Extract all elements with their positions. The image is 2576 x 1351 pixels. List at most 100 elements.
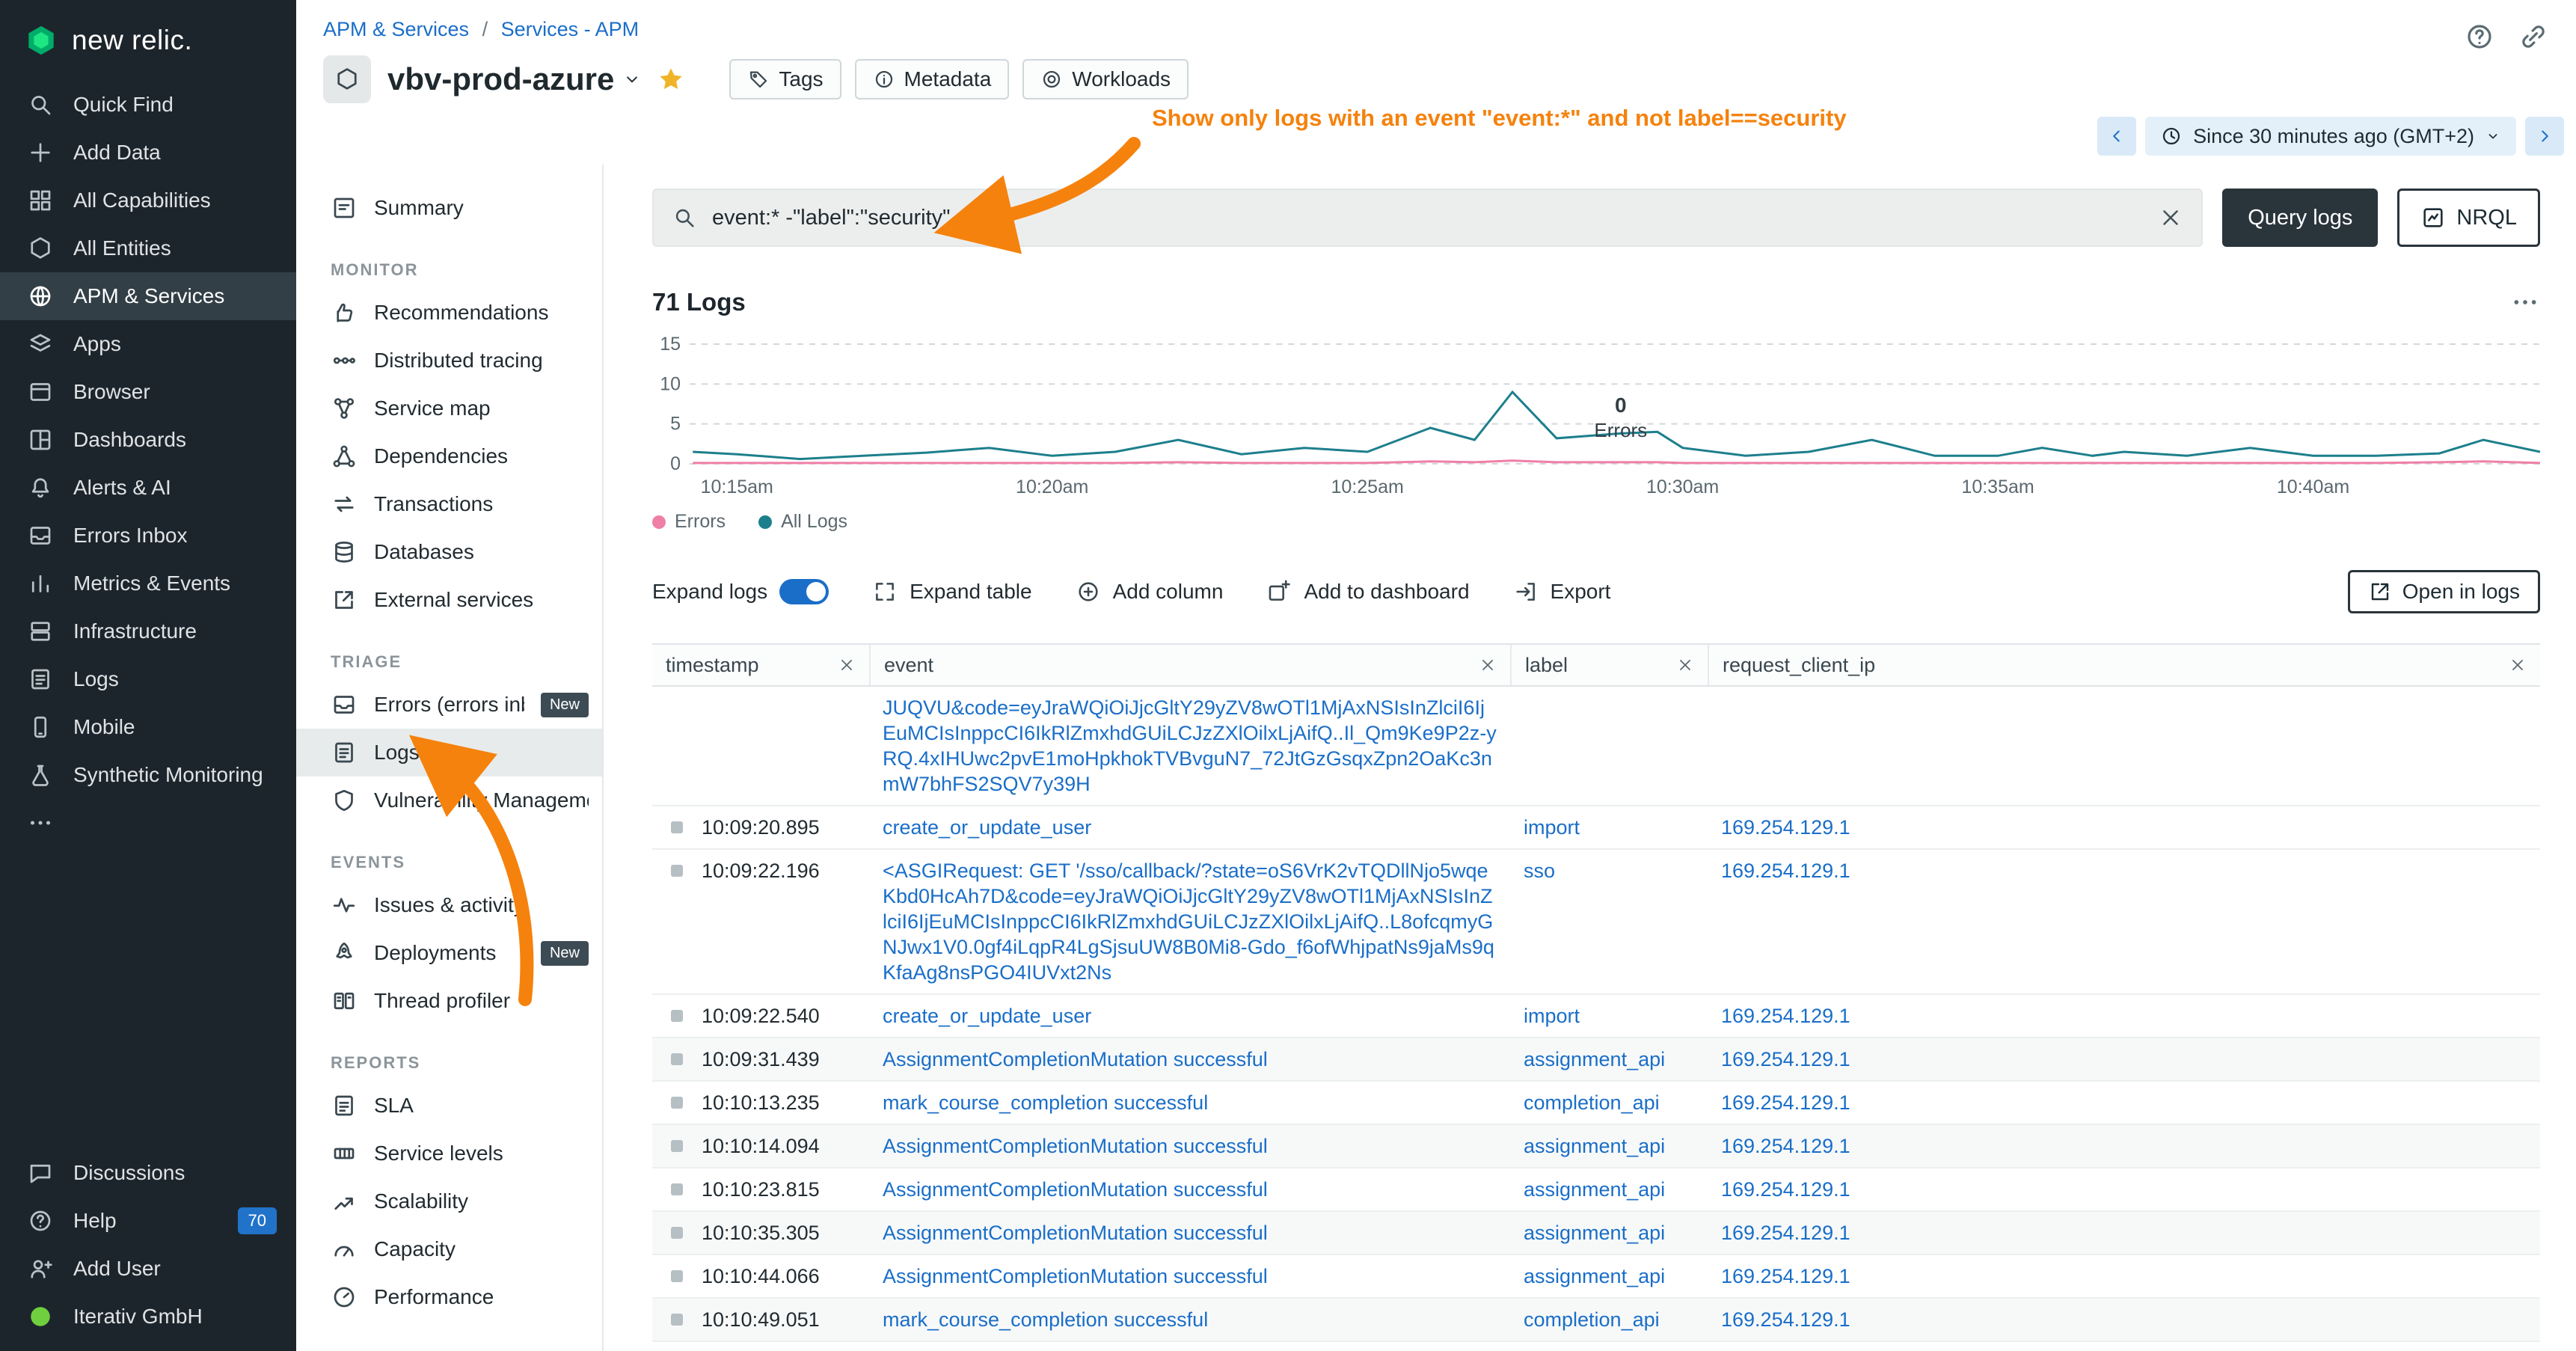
log-ip-link[interactable]: 169.254.129.1: [1721, 860, 1850, 882]
nrql-button[interactable]: NRQL: [2397, 189, 2540, 247]
sidebar-footer-item[interactable]: Add User: [0, 1245, 296, 1293]
log-label-link[interactable]: assignment_api: [1524, 1265, 1665, 1287]
sidebar-item[interactable]: [0, 799, 296, 847]
log-label-link[interactable]: assignment_api: [1524, 1048, 1665, 1070]
log-ip-link[interactable]: 169.254.129.1: [1721, 1048, 1850, 1070]
sidebar-item[interactable]: Dashboards: [0, 416, 296, 464]
log-ip-link[interactable]: 169.254.129.1: [1721, 1178, 1850, 1201]
clear-query-icon[interactable]: [2158, 205, 2183, 230]
row-select-icon[interactable]: [671, 1097, 683, 1109]
log-ip-link[interactable]: 169.254.129.1: [1721, 1308, 1850, 1331]
log-ip-link[interactable]: 169.254.129.1: [1721, 816, 1850, 839]
subnav-item[interactable]: External services: [296, 576, 602, 624]
remove-column-icon[interactable]: [1676, 656, 1694, 674]
log-ip-link[interactable]: 169.254.129.1: [1721, 1222, 1850, 1244]
log-label-link[interactable]: assignment_api: [1524, 1178, 1665, 1201]
row-select-icon[interactable]: [671, 1227, 683, 1239]
subnav-item[interactable]: Thread profiler: [296, 977, 602, 1025]
subnav-item[interactable]: Dependencies: [296, 432, 602, 480]
log-label-link[interactable]: assignment_api: [1524, 1135, 1665, 1157]
log-event-link[interactable]: create_or_update_user: [883, 1005, 1091, 1027]
open-in-logs-button[interactable]: Open in logs: [2348, 570, 2540, 613]
subnav-item[interactable]: Performance: [296, 1273, 602, 1321]
log-row[interactable]: 10:10:35.305 AssignmentCompletionMutatio…: [652, 1212, 2540, 1255]
row-select-icon[interactable]: [671, 1053, 683, 1065]
log-row[interactable]: 10:09:22.196 <ASGIRequest: GET '/sso/cal…: [652, 850, 2540, 995]
subnav-item[interactable]: Service levels: [296, 1130, 602, 1177]
sidebar-footer-item[interactable]: Discussions: [0, 1149, 296, 1197]
log-label-link[interactable]: sso: [1524, 860, 1555, 882]
expand-logs-control[interactable]: Expand logs: [652, 579, 829, 604]
sidebar-item[interactable]: Add Data: [0, 129, 296, 177]
log-label-link[interactable]: import: [1524, 1005, 1580, 1027]
subnav-item[interactable]: Recommendations: [296, 289, 602, 337]
new-relic-logo[interactable]: new relic.: [0, 0, 296, 81]
log-row[interactable]: 10:09:20.895 create_or_update_user impor…: [652, 806, 2540, 850]
help-circle-icon[interactable]: [2464, 21, 2495, 52]
log-ip-link[interactable]: 169.254.129.1: [1721, 1265, 1850, 1287]
add-column-button[interactable]: Add column: [1076, 579, 1224, 604]
log-row[interactable]: 10:11:00.311 AssignmentCompletionMutatio…: [652, 1342, 2540, 1351]
sidebar-item[interactable]: Metrics & Events: [0, 560, 296, 607]
log-row[interactable]: 10:10:13.235 mark_course_completion succ…: [652, 1082, 2540, 1125]
log-event-link[interactable]: AssignmentCompletionMutation successful: [883, 1048, 1268, 1070]
add-to-dashboard-button[interactable]: Add to dashboard: [1266, 579, 1469, 604]
sidebar-item[interactable]: Alerts & AI: [0, 464, 296, 512]
row-select-icon[interactable]: [671, 821, 683, 833]
subnav-item[interactable]: Capacity: [296, 1225, 602, 1273]
subnav-item[interactable]: Service map: [296, 385, 602, 432]
log-row[interactable]: 10:10:44.066 AssignmentCompletionMutatio…: [652, 1255, 2540, 1299]
sidebar-item[interactable]: Browser: [0, 368, 296, 416]
subnav-item[interactable]: Vulnerability Management: [296, 776, 602, 824]
expand-logs-toggle[interactable]: [779, 579, 829, 604]
log-event-link[interactable]: AssignmentCompletionMutation successful: [883, 1222, 1268, 1244]
subnav-item[interactable]: Transactions: [296, 480, 602, 528]
sidebar-item[interactable]: APM & Services: [0, 272, 296, 320]
legend-errors[interactable]: Errors: [652, 511, 726, 533]
sidebar-item[interactable]: Infrastructure: [0, 607, 296, 655]
sidebar-item[interactable]: Logs: [0, 655, 296, 703]
log-row[interactable]: 10:09:31.439 AssignmentCompletionMutatio…: [652, 1038, 2540, 1082]
remove-column-icon[interactable]: [1479, 656, 1497, 674]
subnav-item[interactable]: SLA: [296, 1082, 602, 1130]
legend-all-logs[interactable]: All Logs: [758, 511, 847, 533]
time-picker[interactable]: Since 30 minutes ago (GMT+2): [2145, 117, 2516, 156]
remove-column-icon[interactable]: [2509, 656, 2527, 674]
time-back-button[interactable]: [2097, 117, 2136, 156]
expand-table-button[interactable]: Expand table: [872, 579, 1031, 604]
log-row[interactable]: 10:10:14.094 AssignmentCompletionMutatio…: [652, 1125, 2540, 1168]
log-event-link[interactable]: mark_course_completion successful: [883, 1308, 1208, 1331]
log-label-link[interactable]: completion_api: [1524, 1308, 1660, 1331]
log-label-link[interactable]: assignment_api: [1524, 1222, 1665, 1244]
log-event-link[interactable]: AssignmentCompletionMutation successful: [883, 1135, 1268, 1157]
permalink-icon[interactable]: [2518, 21, 2549, 52]
breadcrumb-services-apm[interactable]: Services - APM: [501, 18, 640, 40]
log-event-link[interactable]: AssignmentCompletionMutation successful: [883, 1265, 1268, 1287]
favorite-star-icon[interactable]: [656, 64, 686, 94]
row-select-icon[interactable]: [671, 1314, 683, 1326]
subnav-item[interactable]: Errors (errors inb... New: [296, 681, 602, 729]
log-row[interactable]: 10:10:49.051 mark_course_completion succ…: [652, 1299, 2540, 1342]
log-row[interactable]: JUQVU&code=eyJraWQiOiJjcGltY29yZV8wOTl1M…: [652, 687, 2540, 806]
tags-button[interactable]: Tags: [729, 59, 841, 99]
row-select-icon[interactable]: [671, 1270, 683, 1282]
workloads-button[interactable]: Workloads: [1022, 59, 1189, 99]
remove-column-icon[interactable]: [838, 656, 856, 674]
row-select-icon[interactable]: [671, 1010, 683, 1022]
subnav-item[interactable]: Issues & activity: [296, 881, 602, 929]
subnav-item[interactable]: Summary: [296, 184, 602, 232]
log-row[interactable]: 10:09:22.540 create_or_update_user impor…: [652, 995, 2540, 1038]
log-event-link[interactable]: mark_course_completion successful: [883, 1091, 1208, 1114]
more-options-icon[interactable]: [2510, 287, 2540, 317]
sidebar-footer-item[interactable]: Help 70: [0, 1197, 296, 1245]
subnav-item[interactable]: Logs: [296, 729, 602, 776]
sidebar-item[interactable]: Errors Inbox: [0, 512, 296, 560]
metadata-button[interactable]: Metadata: [855, 59, 1010, 99]
log-query-input[interactable]: [712, 206, 2143, 230]
log-event-link[interactable]: <ASGIRequest: GET '/sso/callback/?state=…: [883, 860, 1494, 984]
log-event-link[interactable]: AssignmentCompletionMutation successful: [883, 1178, 1268, 1201]
sidebar-item[interactable]: All Entities: [0, 224, 296, 272]
subnav-item[interactable]: Distributed tracing: [296, 337, 602, 385]
log-event-link[interactable]: JUQVU&code=eyJraWQiOiJjcGltY29yZV8wOTl1M…: [883, 696, 1497, 795]
sidebar-item[interactable]: All Capabilities: [0, 177, 296, 224]
